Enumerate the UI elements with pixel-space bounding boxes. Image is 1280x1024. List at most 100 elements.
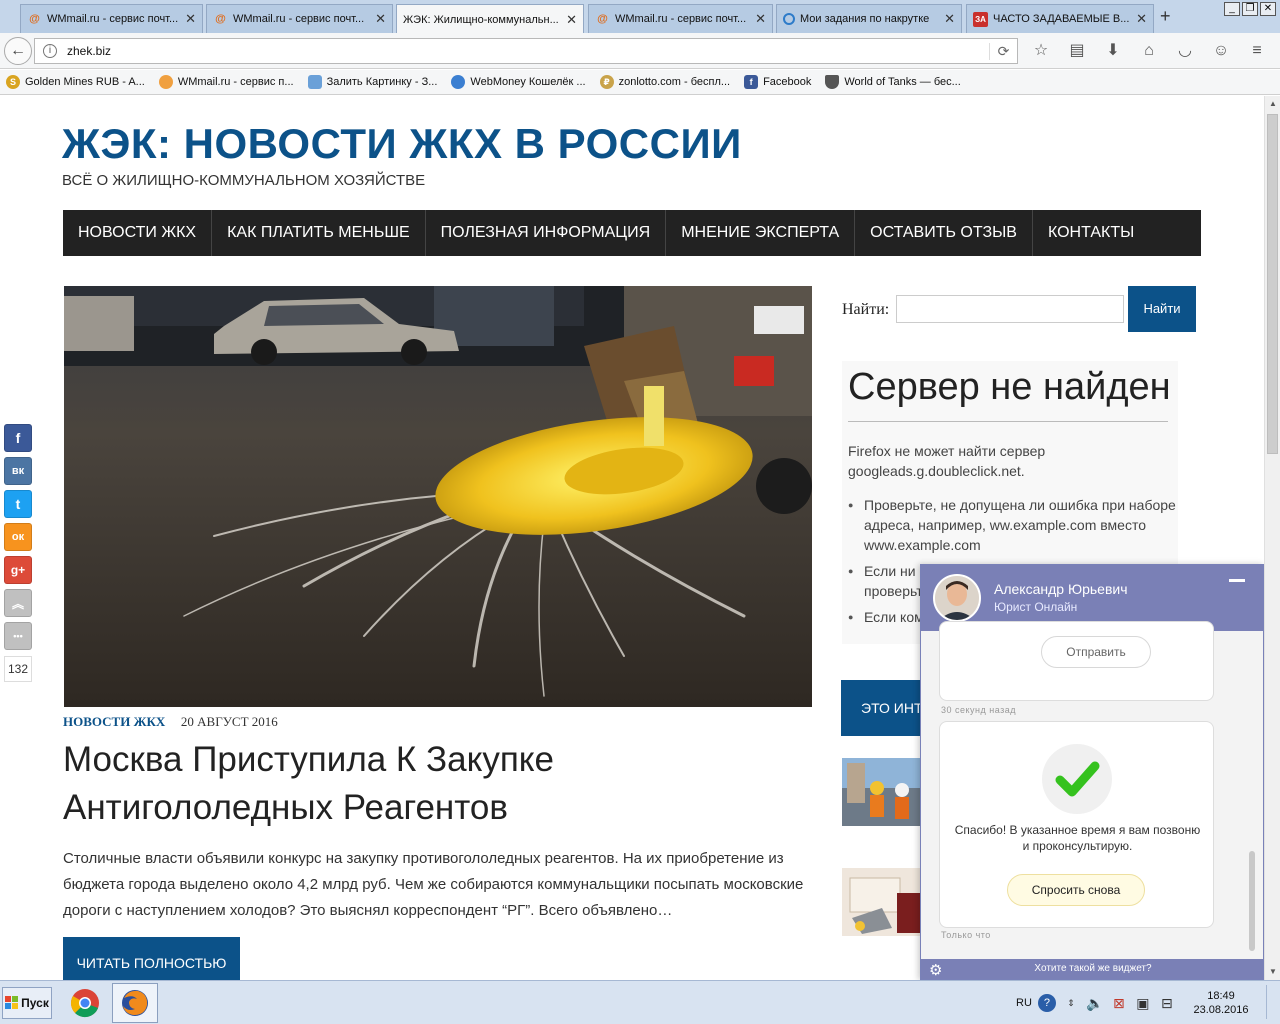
share-more-button[interactable]: ••• bbox=[4, 622, 32, 650]
minimize-icon[interactable]: _ bbox=[1224, 2, 1240, 16]
clock-date: 23.08.2016 bbox=[1193, 1004, 1249, 1016]
nav-item-expert[interactable]: МНЕНИЕ ЭКСПЕРТА bbox=[666, 210, 856, 256]
help-icon[interactable]: ? bbox=[1037, 994, 1056, 1012]
minimize-icon[interactable] bbox=[1229, 579, 1245, 582]
site-title[interactable]: ЖЭК: НОВОСТИ ЖКХ В РОССИИ bbox=[62, 120, 742, 168]
tab-tasks[interactable]: Мои задания по накрутке ✕ bbox=[776, 4, 962, 33]
agent-portrait bbox=[935, 576, 979, 620]
nav-item-news[interactable]: НОВОСТИ ЖКХ bbox=[63, 210, 213, 256]
bookmark-wmmail[interactable]: WMmail.ru - сервис п... bbox=[158, 75, 294, 89]
home-icon[interactable]: ⌂ bbox=[1138, 41, 1160, 61]
language-indicator[interactable]: RU bbox=[1016, 997, 1032, 1009]
page-viewport: ЖЭК: НОВОСТИ ЖКХ В РОССИИ ВСЁ О ЖИЛИЩНО-… bbox=[0, 96, 1264, 980]
share-google-plus-button[interactable]: g+ bbox=[4, 556, 32, 584]
post-title[interactable]: Москва Приступила К Закупке Антигололедн… bbox=[63, 736, 783, 832]
start-button[interactable]: Пуск bbox=[2, 987, 52, 1019]
show-desktop-button[interactable] bbox=[1266, 985, 1276, 1019]
share-twitter-button[interactable]: t bbox=[4, 490, 32, 518]
tab-label: WMmail.ru - сервис почт... bbox=[233, 13, 365, 25]
close-icon[interactable]: ✕ bbox=[944, 11, 955, 27]
menu-icon[interactable]: ≡ bbox=[1246, 41, 1268, 61]
hero-illustration bbox=[64, 286, 812, 707]
nav-item-contacts[interactable]: КОНТАКТЫ bbox=[1033, 210, 1149, 256]
chat-bubble-icon[interactable]: ☺ bbox=[1210, 41, 1232, 61]
firefox-taskbar-button[interactable] bbox=[112, 983, 158, 1023]
reload-icon[interactable]: ⟳ bbox=[989, 42, 1017, 60]
chat-agent-name: Александр Юрьевич bbox=[994, 581, 1128, 597]
tab-faq[interactable]: ЗА ЧАСТО ЗАДАВАЕМЫЕ В... ✕ bbox=[966, 4, 1154, 33]
widget-promo-link[interactable]: Хотите такой же виджет? bbox=[921, 963, 1263, 974]
chrome-icon bbox=[71, 989, 99, 1018]
info-icon[interactable]: i bbox=[43, 44, 57, 58]
tray-menu-icon[interactable]: ⇕ bbox=[1062, 994, 1080, 1012]
network-error-icon[interactable]: ⊠ bbox=[1110, 994, 1128, 1012]
close-icon[interactable]: ✕ bbox=[755, 11, 766, 27]
sidebar-banner[interactable]: ЭТО ИНТ bbox=[841, 680, 931, 736]
search-button[interactable]: Найти bbox=[1128, 286, 1196, 332]
share-scroll-up-button[interactable]: ︽ bbox=[4, 589, 32, 617]
url-input[interactable] bbox=[67, 44, 989, 58]
share-ok-button[interactable]: ок bbox=[4, 523, 32, 551]
page-scrollbar[interactable]: ▲ ▼ bbox=[1264, 96, 1280, 980]
share-vk-button[interactable]: вк bbox=[4, 457, 32, 485]
bookmark-facebook[interactable]: f Facebook bbox=[744, 75, 811, 89]
ask-again-button[interactable]: Спросить снова bbox=[1007, 874, 1145, 906]
tab-bar: @ WMmail.ru - сервис почт... ✕ @ WMmail.… bbox=[0, 0, 1280, 34]
error-description: Firefox не может найти сервер googleads.… bbox=[848, 443, 1046, 479]
send-button[interactable]: Отправить bbox=[1041, 636, 1151, 668]
scroll-up-arrow-icon[interactable]: ▲ bbox=[1265, 96, 1280, 112]
bookmark-image-upload[interactable]: Залить Картинку - З... bbox=[307, 75, 438, 89]
bookmark-label: WMmail.ru - сервис п... bbox=[177, 76, 294, 88]
bookmark-webmoney[interactable]: WebMoney Кошелёк ... bbox=[451, 75, 586, 89]
tab-wmmail-1[interactable]: @ WMmail.ru - сервис почт... ✕ bbox=[20, 4, 203, 33]
download-icon[interactable]: ⬇ bbox=[1102, 41, 1124, 61]
checkmark-graphic bbox=[1055, 761, 1100, 797]
pocket-icon[interactable]: ◡ bbox=[1174, 41, 1196, 61]
clock-time: 18:49 bbox=[1207, 990, 1235, 1002]
tab-wmmail-2[interactable]: @ WMmail.ru - сервис почт... ✕ bbox=[206, 4, 393, 33]
search-input[interactable] bbox=[896, 295, 1124, 323]
share-facebook-button[interactable]: f bbox=[4, 424, 32, 452]
reading-list-icon[interactable]: ▤ bbox=[1066, 41, 1088, 61]
network-icon[interactable]: ▣ bbox=[1134, 994, 1152, 1012]
clock[interactable]: 18:49 23.08.2016 bbox=[1182, 989, 1260, 1017]
scrollbar-thumb[interactable] bbox=[1267, 114, 1278, 454]
bookmark-golden-mines[interactable]: S Golden Mines RUB - A... bbox=[6, 75, 145, 89]
bookmark-world-of-tanks[interactable]: World of Tanks — бес... bbox=[825, 75, 961, 89]
error-hint: Проверьте, не допущена ли ошибка при наб… bbox=[848, 495, 1176, 555]
nav-item-pay-less[interactable]: КАК ПЛАТИТЬ МЕНЬШЕ bbox=[212, 210, 426, 256]
star-icon[interactable]: ☆ bbox=[1030, 41, 1052, 61]
battery-icon[interactable]: ⊟ bbox=[1158, 994, 1176, 1012]
close-window-icon[interactable]: ✕ bbox=[1260, 2, 1276, 16]
nav-item-useful-info[interactable]: ПОЛЕЗНАЯ ИНФОРМАЦИЯ bbox=[426, 210, 667, 256]
read-more-button[interactable]: ЧИТАТЬ ПОЛНОСТЬЮ bbox=[63, 937, 240, 980]
system-tray: RU ? ⇕ 🔈 ⊠ ▣ ⊟ bbox=[1016, 981, 1176, 1024]
hero-image[interactable] bbox=[64, 286, 812, 707]
close-icon[interactable]: ✕ bbox=[1136, 11, 1147, 27]
url-bar[interactable]: i ⟳ bbox=[34, 38, 1018, 64]
close-icon[interactable]: ✕ bbox=[566, 12, 577, 28]
sidebar-thumb-documents[interactable] bbox=[842, 868, 922, 936]
back-button[interactable]: ← bbox=[4, 37, 32, 65]
sidebar-thumb-builders[interactable] bbox=[842, 758, 922, 826]
chat-scrollbar[interactable] bbox=[1249, 851, 1255, 951]
close-icon[interactable]: ✕ bbox=[185, 11, 196, 27]
egg-icon bbox=[158, 75, 173, 89]
tab-wmmail-3[interactable]: @ WMmail.ru - сервис почт... ✕ bbox=[588, 4, 773, 33]
chat-message: Спасибо! В указанное время я вам позвоню… bbox=[939, 721, 1214, 928]
post-category-link[interactable]: НОВОСТИ ЖКХ bbox=[63, 714, 165, 729]
scroll-down-arrow-icon[interactable]: ▼ bbox=[1265, 964, 1280, 980]
chrome-taskbar-button[interactable] bbox=[62, 983, 108, 1023]
nav-item-feedback[interactable]: ОСТАВИТЬ ОТЗЫВ bbox=[855, 210, 1033, 256]
new-tab-icon[interactable]: + bbox=[1160, 6, 1171, 27]
tab-zhek[interactable]: ЖЭК: Жилищно-коммунальн... ✕ bbox=[396, 4, 584, 34]
restore-icon[interactable]: ❐ bbox=[1242, 2, 1258, 16]
close-icon[interactable]: ✕ bbox=[375, 11, 386, 27]
at-icon: @ bbox=[215, 13, 226, 25]
site-tagline: ВСЁ О ЖИЛИЩНО-КОММУНАЛЬНОМ ХОЗЯЙСТВЕ bbox=[62, 172, 426, 189]
tab-label: ЖЭК: Жилищно-коммунальн... bbox=[403, 13, 559, 26]
chat-message: Отправить bbox=[939, 621, 1214, 701]
bookmark-zonlotto[interactable]: ₽ zonlotto.com - беспл... bbox=[599, 75, 730, 89]
bookmark-label: Залить Картинку - З... bbox=[326, 76, 438, 88]
volume-icon[interactable]: 🔈 bbox=[1086, 994, 1104, 1012]
